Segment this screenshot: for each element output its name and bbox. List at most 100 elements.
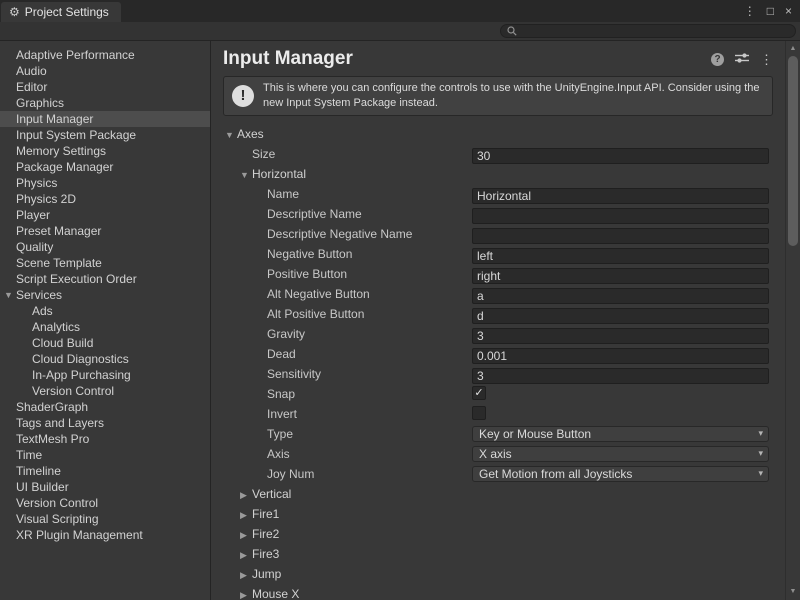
sidebar-item-label: Graphics bbox=[16, 96, 64, 110]
sidebar-item-shadergraph[interactable]: ShaderGraph bbox=[0, 399, 210, 415]
field-positive-button[interactable] bbox=[472, 268, 769, 284]
sidebar-item-scene-template[interactable]: Scene Template bbox=[0, 255, 210, 271]
sidebar-item-tags-and-layers[interactable]: Tags and Layers bbox=[0, 415, 210, 431]
sidebar-item-physics[interactable]: Physics bbox=[0, 175, 210, 191]
sidebar-item-services[interactable]: ▼Services bbox=[0, 287, 210, 303]
sidebar-item-version-control[interactable]: Version Control bbox=[0, 495, 210, 511]
checkbox-snap[interactable]: ✓ bbox=[472, 386, 486, 400]
foldout-horizontal[interactable]: ▼Horizontal bbox=[211, 164, 785, 184]
sidebar-item-audio[interactable]: Audio bbox=[0, 63, 210, 79]
row-negative-button: Negative Button bbox=[211, 244, 785, 264]
sidebar-item-label: TextMesh Pro bbox=[16, 432, 89, 446]
sidebar-item-graphics[interactable]: Graphics bbox=[0, 95, 210, 111]
info-icon: ! bbox=[232, 85, 254, 107]
foldout-label: Vertical bbox=[252, 487, 291, 501]
preset-icon[interactable] bbox=[735, 52, 749, 67]
foldout-fire2[interactable]: ▶Fire2 bbox=[211, 524, 785, 544]
dropdown-type[interactable]: Key or Mouse Button▾ bbox=[472, 426, 769, 442]
property-label: Negative Button bbox=[267, 247, 352, 261]
tab-project-settings[interactable]: ⚙ Project Settings bbox=[1, 2, 121, 22]
field-name[interactable] bbox=[472, 188, 769, 204]
more-icon[interactable]: ⋮ bbox=[760, 53, 773, 66]
dropdown-value: Get Motion from all Joysticks bbox=[479, 467, 758, 481]
scroll-up-icon[interactable]: ▲ bbox=[786, 43, 800, 55]
input-manager-panel: Input Manager ? ⋮ ! Thi bbox=[211, 41, 785, 600]
field-size[interactable] bbox=[472, 148, 769, 164]
sidebar-item-adaptive-performance[interactable]: Adaptive Performance bbox=[0, 47, 210, 63]
sidebar-item-cloud-diagnostics[interactable]: Cloud Diagnostics bbox=[0, 351, 210, 367]
search-input[interactable] bbox=[521, 25, 789, 37]
foldout-arrow-icon: ▶ bbox=[240, 525, 252, 545]
field-descriptive-name[interactable] bbox=[472, 208, 769, 224]
sidebar-item-analytics[interactable]: Analytics bbox=[0, 319, 210, 335]
sidebar-item-package-manager[interactable]: Package Manager bbox=[0, 159, 210, 175]
sidebar-item-timeline[interactable]: Timeline bbox=[0, 463, 210, 479]
sidebar-item-input-manager[interactable]: Input Manager bbox=[0, 111, 210, 127]
foldout-axes[interactable]: ▼Axes bbox=[211, 124, 785, 144]
dropdown-axis[interactable]: X axis▾ bbox=[472, 446, 769, 462]
field-wrap bbox=[472, 346, 769, 362]
sidebar-item-input-system-package[interactable]: Input System Package bbox=[0, 127, 210, 143]
search-box[interactable] bbox=[500, 24, 796, 38]
sidebar-item-label: Services bbox=[16, 288, 62, 302]
foldout-mouse-x[interactable]: ▶Mouse X bbox=[211, 584, 785, 600]
property-label: Invert bbox=[267, 407, 297, 421]
dropdown-joy-num[interactable]: Get Motion from all Joysticks▾ bbox=[472, 466, 769, 482]
sidebar-item-editor[interactable]: Editor bbox=[0, 79, 210, 95]
sidebar-item-label: Analytics bbox=[32, 320, 80, 334]
foldout-arrow-icon: ▼ bbox=[240, 165, 252, 185]
help-icon[interactable]: ? bbox=[711, 53, 724, 66]
field-dead[interactable] bbox=[472, 348, 769, 364]
info-text: This is where you can configure the cont… bbox=[263, 81, 764, 111]
field-wrap bbox=[472, 186, 769, 202]
sidebar-item-player[interactable]: Player bbox=[0, 207, 210, 223]
sidebar-item-xr-plugin-management[interactable]: XR Plugin Management bbox=[0, 527, 210, 543]
foldout-arrow-icon: ▼ bbox=[225, 125, 237, 145]
scrollbar-thumb[interactable] bbox=[788, 56, 798, 246]
settings-sidebar: Adaptive PerformanceAudioEditorGraphicsI… bbox=[0, 41, 211, 600]
row-snap: Snap✓ bbox=[211, 384, 785, 404]
sidebar-item-memory-settings[interactable]: Memory Settings bbox=[0, 143, 210, 159]
sidebar-item-script-execution-order[interactable]: Script Execution Order bbox=[0, 271, 210, 287]
field-gravity[interactable] bbox=[472, 328, 769, 344]
sidebar-item-version-control[interactable]: Version Control bbox=[0, 383, 210, 399]
sidebar-item-label: Time bbox=[16, 448, 42, 462]
sidebar-item-cloud-build[interactable]: Cloud Build bbox=[0, 335, 210, 351]
foldout-arrow-icon[interactable]: ▼ bbox=[4, 287, 13, 303]
maximize-icon[interactable]: □ bbox=[767, 4, 774, 18]
foldout-vertical[interactable]: ▶Vertical bbox=[211, 484, 785, 504]
sidebar-item-physics-2d[interactable]: Physics 2D bbox=[0, 191, 210, 207]
field-sensitivity[interactable] bbox=[472, 368, 769, 384]
sidebar-item-visual-scripting[interactable]: Visual Scripting bbox=[0, 511, 210, 527]
sidebar-item-time[interactable]: Time bbox=[0, 447, 210, 463]
sidebar-item-ads[interactable]: Ads bbox=[0, 303, 210, 319]
sidebar-item-label: XR Plugin Management bbox=[16, 528, 143, 542]
field-negative-button[interactable] bbox=[472, 248, 769, 264]
field-wrap: Key or Mouse Button▾ bbox=[472, 426, 769, 442]
property-label: Alt Negative Button bbox=[267, 287, 370, 301]
sidebar-item-textmesh-pro[interactable]: TextMesh Pro bbox=[0, 431, 210, 447]
sidebar-item-ui-builder[interactable]: UI Builder bbox=[0, 479, 210, 495]
property-label: Axis bbox=[267, 447, 290, 461]
sidebar-item-quality[interactable]: Quality bbox=[0, 239, 210, 255]
foldout-arrow-icon: ▶ bbox=[240, 505, 252, 525]
field-descriptive-negative-name[interactable] bbox=[472, 228, 769, 244]
foldout-label: Axes bbox=[237, 127, 264, 141]
foldout-jump[interactable]: ▶Jump bbox=[211, 564, 785, 584]
field-alt-negative-button[interactable] bbox=[472, 288, 769, 304]
close-icon[interactable]: × bbox=[785, 4, 792, 18]
row-descriptive-negative-name: Descriptive Negative Name bbox=[211, 224, 785, 244]
checkbox-invert[interactable] bbox=[472, 406, 486, 420]
field-alt-positive-button[interactable] bbox=[472, 308, 769, 324]
window-menu-icon[interactable]: ⋮ bbox=[744, 4, 756, 18]
sidebar-item-label: Visual Scripting bbox=[16, 512, 99, 526]
info-box: ! This is where you can configure the co… bbox=[223, 76, 773, 116]
vertical-scrollbar[interactable]: ▲ ▼ bbox=[785, 41, 800, 600]
sidebar-item-preset-manager[interactable]: Preset Manager bbox=[0, 223, 210, 239]
sidebar-item-label: Editor bbox=[16, 80, 47, 94]
sidebar-item-label: Cloud Diagnostics bbox=[32, 352, 129, 366]
sidebar-item-in-app-purchasing[interactable]: In-App Purchasing bbox=[0, 367, 210, 383]
foldout-fire3[interactable]: ▶Fire3 bbox=[211, 544, 785, 564]
foldout-fire1[interactable]: ▶Fire1 bbox=[211, 504, 785, 524]
scroll-down-icon[interactable]: ▼ bbox=[786, 586, 800, 598]
